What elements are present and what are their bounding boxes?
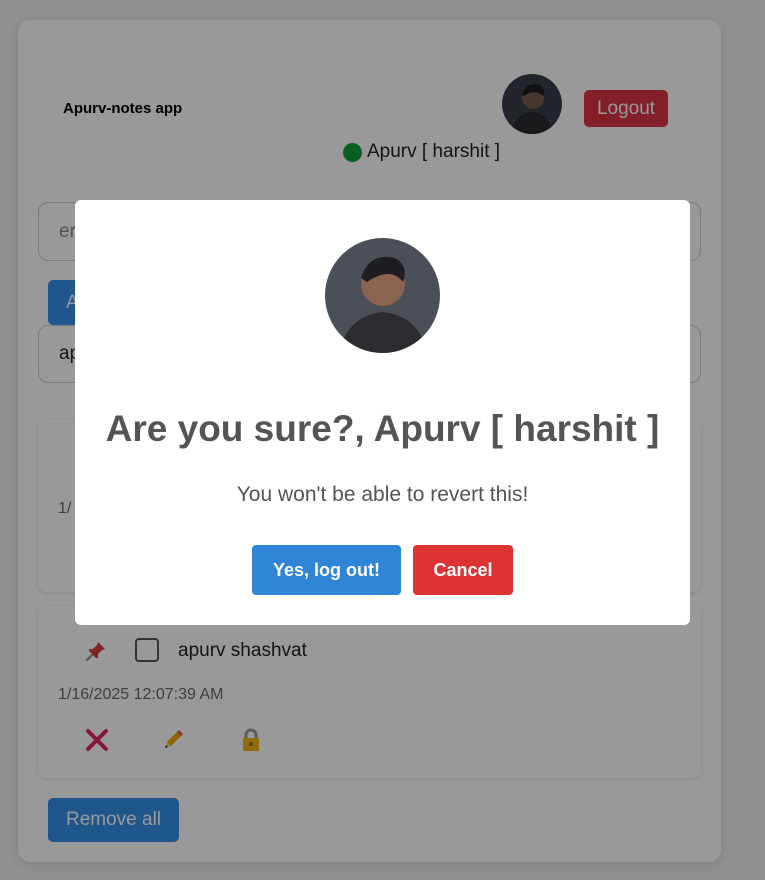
dialog-title: Are you sure?, Apurv [ harshit ] <box>105 408 660 449</box>
confirm-logout-button[interactable]: Yes, log out! <box>252 545 401 595</box>
logout-confirm-dialog: Are you sure?, Apurv [ harshit ] You won… <box>75 200 690 625</box>
page: Apurv-notes app Logout Apurv [ harshit ]… <box>0 0 765 880</box>
dialog-avatar <box>325 238 440 353</box>
dialog-text: You won't be able to revert this! <box>236 483 529 506</box>
cancel-button[interactable]: Cancel <box>413 545 513 595</box>
